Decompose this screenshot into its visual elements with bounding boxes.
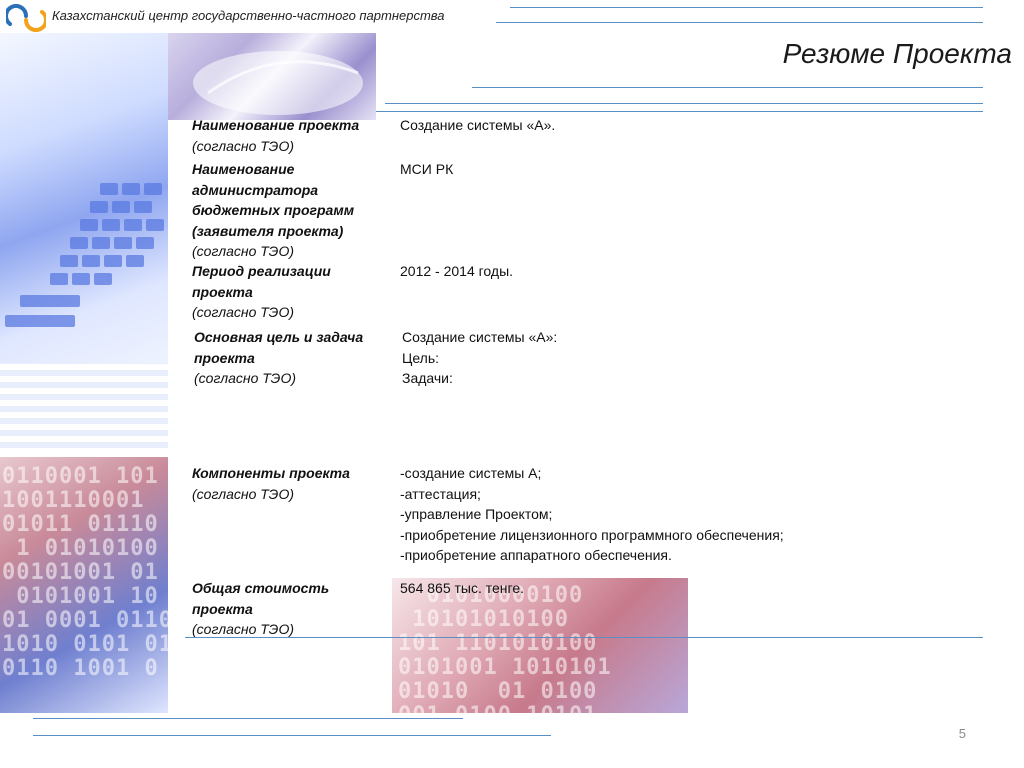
- binary-code-image: 0110001 101 1001110001 01011 01110 1 010…: [0, 457, 168, 713]
- header-divider: [385, 103, 983, 104]
- row-value-period: 2012 - 2014 годы.: [400, 261, 513, 282]
- value-line: Задачи:: [402, 370, 453, 386]
- row-value-cost: 564 865 тыс. тенге.: [400, 578, 524, 599]
- header-divider: [472, 87, 983, 88]
- label-bold: Период реализации проекта: [192, 263, 331, 300]
- label-bold: Наименование администратора бюджетных пр…: [192, 161, 355, 239]
- label-note: (согласно ТЭО): [192, 137, 295, 154]
- value-line: Создание системы «А»:: [402, 329, 558, 345]
- value-line: Создание системы «А».: [400, 117, 556, 133]
- value-line: Цель:: [402, 349, 440, 366]
- value-line: -приобретение лицензионного программного…: [400, 526, 784, 543]
- row-label-components: Компоненты проекта (согласно ТЭО): [192, 463, 382, 504]
- label-bold: Основная цель и задача проекта: [194, 329, 364, 366]
- row-label-cost: Общая стоимость проекта (согласно ТЭО): [192, 578, 372, 640]
- content-divider: [185, 637, 983, 638]
- label-bold: Наименование проекта: [192, 117, 360, 133]
- label-bold: Компоненты проекта: [192, 465, 350, 481]
- header-divider: [510, 7, 983, 8]
- row-label-project-name: Наименование проекта (согласно ТЭО): [192, 115, 392, 156]
- logo-icon: [4, 4, 48, 32]
- calculator-keyboard-image: [0, 33, 168, 448]
- label-note: (согласно ТЭО): [192, 243, 295, 259]
- label-note: (согласно ТЭО): [192, 485, 295, 502]
- mouse-image: [168, 33, 376, 120]
- footer-divider: [33, 735, 551, 736]
- page-number: 5: [958, 726, 966, 741]
- row-label-goal: Основная цель и задача проекта (согласно…: [194, 327, 389, 389]
- value-line: МСИ РК: [400, 161, 454, 177]
- row-value-administrator: МСИ РК: [400, 159, 453, 180]
- label-note: (согласно ТЭО): [192, 304, 295, 320]
- row-value-goal: Создание системы «А»: Цель: Задачи:: [402, 327, 557, 389]
- value-line: -создание системы А;: [400, 465, 542, 481]
- row-value-components: -создание системы А; -аттестация; -управ…: [400, 463, 784, 566]
- page-title: Резюме Проекта: [782, 38, 1012, 69]
- value-line: -аттестация;: [400, 485, 481, 502]
- value-line: 564 865 тыс. тенге.: [400, 580, 524, 596]
- value-line: 2012 - 2014 годы.: [400, 263, 514, 279]
- header-divider: [496, 22, 983, 23]
- row-label-administrator: Наименование администратора бюджетных пр…: [192, 159, 382, 262]
- row-value-project-name: Создание системы «А».: [400, 115, 555, 136]
- label-note: (согласно ТЭО): [192, 621, 295, 637]
- footer-divider: [33, 718, 463, 719]
- label-bold: Общая стоимость проекта: [192, 580, 330, 617]
- label-note: (согласно ТЭО): [194, 370, 297, 386]
- row-label-period: Период реализации проекта (согласно ТЭО): [192, 261, 377, 323]
- value-line: -управление Проектом;: [400, 506, 553, 522]
- organization-name: Казахстанский центр государственно-частн…: [52, 8, 445, 23]
- value-line: -приобретение аппаратного обеспечения.: [400, 547, 672, 563]
